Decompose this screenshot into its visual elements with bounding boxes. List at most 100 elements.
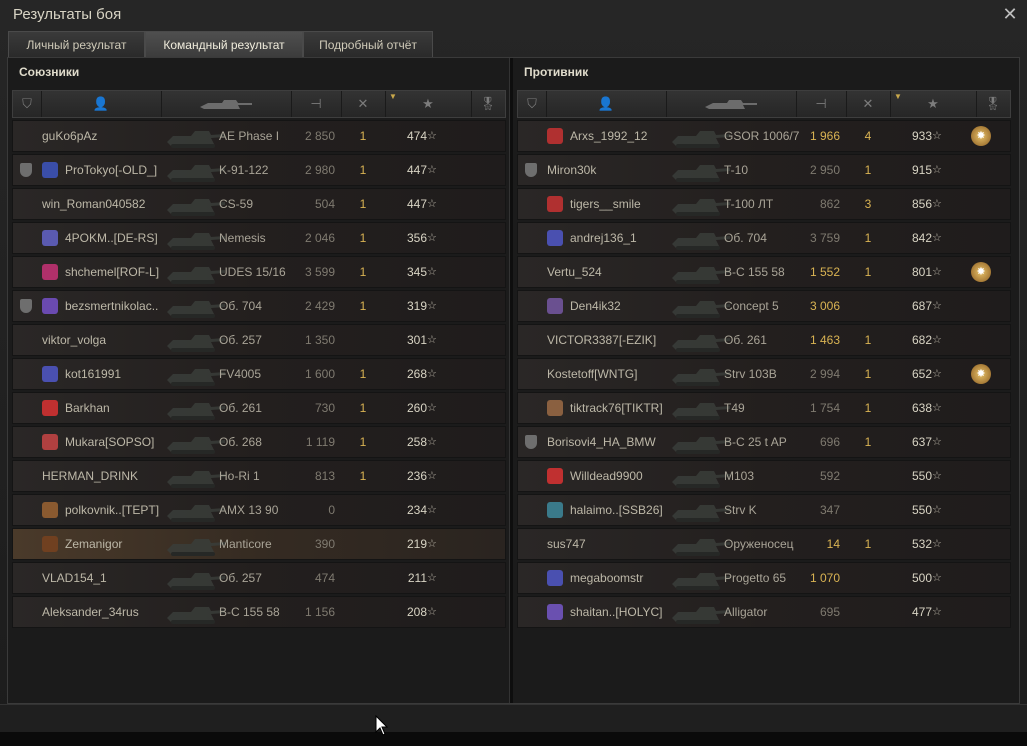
tank-image bbox=[167, 607, 225, 624]
xp-value: 208 bbox=[406, 605, 427, 619]
player-row[interactable]: tiktrack76[TIKTR] T49 1 754 1 638 ☆ bbox=[517, 392, 1011, 424]
player-row[interactable]: Aleksander_34rus B-C 155 58 1 156 208 ☆ bbox=[12, 596, 506, 628]
damage-value: 474 bbox=[314, 571, 335, 585]
star-icon: ☆ bbox=[427, 538, 437, 550]
player-row[interactable]: Zemanigor Manticore 390 219 ☆ bbox=[12, 528, 506, 560]
player-row[interactable]: VLAD154_1 Об. 257 474 211 ☆ bbox=[12, 562, 506, 594]
damage-value: 14 bbox=[826, 537, 840, 551]
player-row[interactable]: Mukara[SOPSO] Об. 268 1 119 1 258 ☆ bbox=[12, 426, 506, 458]
damage-value: 3 599 bbox=[304, 265, 335, 279]
player-row[interactable]: 4POKM..[DE-RS] Nemesis 2 046 1 356 ☆ bbox=[12, 222, 506, 254]
tank-image bbox=[167, 539, 225, 556]
star-icon: ☆ bbox=[427, 470, 437, 482]
xp-value: 268 bbox=[406, 367, 427, 381]
star-icon: ☆ bbox=[427, 606, 437, 618]
medal-icon[interactable]: ✸ bbox=[971, 126, 991, 146]
star-icon: ☆ bbox=[932, 232, 942, 244]
kills-header[interactable]: ✕ bbox=[341, 91, 386, 117]
kills-value bbox=[853, 495, 883, 525]
medal-header[interactable]: 🎖 bbox=[471, 91, 505, 117]
clan-emblem-icon bbox=[547, 502, 563, 518]
vehicle-name: B-C 25 t AP bbox=[724, 435, 787, 449]
player-header[interactable]: 👤 bbox=[41, 91, 162, 117]
xp-header[interactable]: ▼ ★ bbox=[890, 91, 977, 117]
kills-header[interactable]: ✕ bbox=[846, 91, 891, 117]
kills-value: 1 bbox=[359, 231, 367, 245]
player-row[interactable]: HERMAN_DRINK Ho-Ri 1 813 1 236 ☆ bbox=[12, 460, 506, 492]
player-row[interactable]: kot161991 FV4005 1 600 1 268 ☆ bbox=[12, 358, 506, 390]
tank-image bbox=[672, 437, 730, 454]
vehicle-name: Ho-Ri 1 bbox=[219, 469, 260, 483]
xp-value: 258 bbox=[406, 435, 427, 449]
damage-value: 2 429 bbox=[304, 299, 335, 313]
player-row[interactable]: andrej136_1 Об. 704 3 759 1 842 ☆ bbox=[517, 222, 1011, 254]
player-row[interactable]: Miron30k T-10 2 950 1 915 ☆ bbox=[517, 154, 1011, 186]
damage-header[interactable]: ⊣ bbox=[796, 91, 847, 117]
close-button[interactable]: ✕ bbox=[1000, 4, 1020, 24]
player-row[interactable]: bezsmertnikolac.. Об. 704 2 429 1 319 ☆ bbox=[12, 290, 506, 322]
medal-header[interactable]: 🎖 bbox=[976, 91, 1010, 117]
vehicle-name: Об. 261 bbox=[219, 401, 262, 415]
kills-value bbox=[853, 563, 883, 593]
star-icon: ☆ bbox=[427, 436, 437, 448]
vehicle-header[interactable] bbox=[161, 91, 292, 117]
damage-value: 862 bbox=[819, 197, 840, 211]
damage-header[interactable]: ⊣ bbox=[291, 91, 342, 117]
xp-value: 915 bbox=[911, 163, 932, 177]
tank-image bbox=[167, 233, 225, 250]
star-icon: ☆ bbox=[932, 572, 942, 584]
medal-icon[interactable]: ✸ bbox=[971, 364, 991, 384]
player-row[interactable]: VICTOR3387[-EZIK] Об. 261 1 463 1 682 ☆ bbox=[517, 324, 1011, 356]
tank-image bbox=[167, 335, 225, 352]
footer-bar bbox=[0, 704, 1027, 733]
player-row[interactable]: Willdead9900 M103 592 550 ☆ bbox=[517, 460, 1011, 492]
player-row[interactable]: polkovnik..[TEPT] AMX 13 90 0 234 ☆ bbox=[12, 494, 506, 526]
rank-header[interactable]: ⛉ bbox=[13, 91, 42, 117]
player-row[interactable]: Borisovi4_HA_BMW B-C 25 t AP 696 1 637 ☆ bbox=[517, 426, 1011, 458]
star-icon: ☆ bbox=[427, 266, 437, 278]
tab-detailed-report[interactable]: Подробный отчёт bbox=[303, 31, 433, 57]
player-row[interactable]: Vertu_524 B-C 155 58 1 552 1 801 ☆ ✸ bbox=[517, 256, 1011, 288]
player-row[interactable]: ProTokyo[-OLD_] K-91-122 2 980 1 447 ☆ bbox=[12, 154, 506, 186]
tank-image bbox=[672, 505, 730, 522]
vehicle-header[interactable] bbox=[666, 91, 797, 117]
player-row[interactable]: shchemel[ROF-L] UDES 15/16 3 599 1 345 ☆ bbox=[12, 256, 506, 288]
player-row[interactable]: guKo6pAz AE Phase I2 850 1 474 ☆ bbox=[12, 120, 506, 152]
sort-arrow-icon: ▼ bbox=[894, 92, 902, 101]
kills-value: 1 bbox=[359, 129, 367, 143]
player-row[interactable]: megaboomstr Progetto 65 1 070 500 ☆ bbox=[517, 562, 1011, 594]
vehicle-name: Strv K bbox=[724, 503, 757, 517]
rank-header[interactable]: ⛉ bbox=[518, 91, 547, 117]
damage-value: 2 850 bbox=[304, 129, 335, 143]
tab-team-result[interactable]: Командный результат bbox=[145, 31, 303, 57]
vehicle-name: B-C 155 58 bbox=[724, 265, 785, 279]
clan-emblem-icon bbox=[42, 162, 58, 178]
damage-icon: ⊣ bbox=[815, 96, 827, 111]
vehicle-name: GSOR 1006/7 bbox=[724, 129, 800, 143]
star-icon: ☆ bbox=[932, 266, 942, 278]
vehicle-name: T-100 ЛТ bbox=[724, 197, 774, 211]
player-row[interactable]: Den4ik32 Concept 53 006 687 ☆ bbox=[517, 290, 1011, 322]
player-row[interactable]: shaitan..[HOLYC] Alligator 695 477 ☆ bbox=[517, 596, 1011, 628]
medal-icon[interactable]: ✸ bbox=[971, 262, 991, 282]
tank-image bbox=[672, 335, 730, 352]
tab-personal-result[interactable]: Личный результат bbox=[8, 31, 145, 57]
player-row[interactable]: viktor_volga Об. 257 1 350 301 ☆ bbox=[12, 324, 506, 356]
kills-value bbox=[348, 563, 378, 593]
player-row[interactable]: Arxs_1992_12 GSOR 1006/7 1 966 4 933 ☆ ✸ bbox=[517, 120, 1011, 152]
vehicle-name: CS-59 bbox=[219, 197, 254, 211]
player-row[interactable]: tigers__smile T-100 ЛТ 862 3 856 ☆ bbox=[517, 188, 1011, 220]
player-header[interactable]: 👤 bbox=[546, 91, 667, 117]
player-row[interactable]: halaimo..[SSB26] Strv K 347 550 ☆ bbox=[517, 494, 1011, 526]
player-row[interactable]: Kostetoff[WNTG] Strv 103B 2 994 1 652 ☆ ✸ bbox=[517, 358, 1011, 390]
kills-value: 1 bbox=[359, 265, 367, 279]
vehicle-name: AE Phase I bbox=[219, 129, 280, 143]
player-row[interactable]: sus747 Оруженосец 14 1 532 ☆ bbox=[517, 528, 1011, 560]
player-row[interactable]: win_Roman040582 CS-59 504 1 447 ☆ bbox=[12, 188, 506, 220]
damage-value: 1 754 bbox=[809, 401, 840, 415]
damage-value: 696 bbox=[819, 435, 840, 449]
player-row[interactable]: Barkhan Об. 261 730 1 260 ☆ bbox=[12, 392, 506, 424]
player-icon: 👤 bbox=[92, 96, 110, 111]
xp-header[interactable]: ▼ ★ bbox=[385, 91, 472, 117]
star-icon: ☆ bbox=[932, 198, 942, 210]
